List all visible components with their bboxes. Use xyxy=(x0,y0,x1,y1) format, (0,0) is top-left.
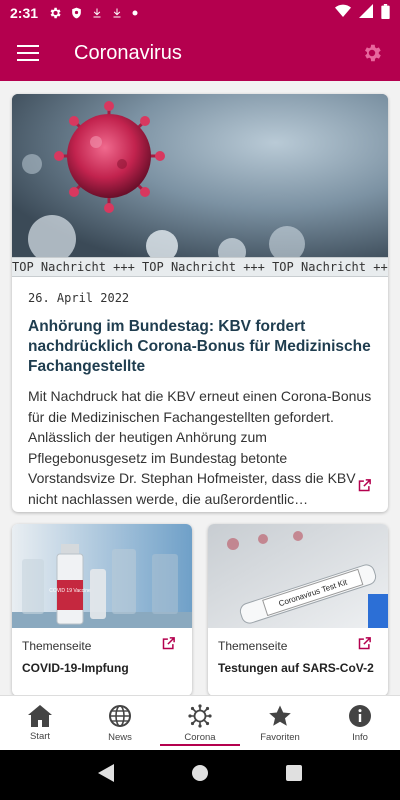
card-label: Themenseite xyxy=(22,639,92,653)
back-icon[interactable] xyxy=(98,763,115,787)
nav-corona[interactable]: Corona xyxy=(160,696,240,750)
nav-label: Info xyxy=(352,731,368,743)
nav-label: Favoriten xyxy=(260,731,300,743)
news-headline[interactable]: Anhörung im Bundestag: KBV fordert nachd… xyxy=(28,317,372,377)
vaccine-vials-image: COVID 19 Vaccine xyxy=(12,524,192,628)
main-content: TOP Nachricht +++ TOP Nachricht +++ TOP … xyxy=(0,81,400,695)
info-icon xyxy=(349,704,371,727)
system-navigation-bar xyxy=(0,750,400,800)
nav-favoriten[interactable]: Favoriten xyxy=(240,696,320,750)
hamburger-icon xyxy=(17,45,39,61)
test-kit-image: Coronavirus Test Kit xyxy=(208,524,388,628)
home-icon xyxy=(28,704,52,727)
star-icon xyxy=(269,705,291,726)
status-bar: 2:31 xyxy=(0,0,400,25)
nav-label: Start xyxy=(29,730,51,742)
battery-icon xyxy=(381,3,390,22)
top-news-ticker: TOP Nachricht +++ TOP Nachricht +++ TOP … xyxy=(12,257,388,277)
external-link-icon[interactable] xyxy=(161,636,176,656)
app-bar: Coronavirus xyxy=(0,25,400,81)
gear-icon xyxy=(365,44,381,62)
external-link-icon[interactable] xyxy=(357,478,372,498)
dot-status-icon xyxy=(131,9,139,17)
shield-status-icon xyxy=(70,6,83,20)
nav-start[interactable]: Start xyxy=(0,696,80,750)
topic-card-testing[interactable]: Coronavirus Test Kit Themenseite Testung… xyxy=(208,524,388,695)
download-status-icon-2 xyxy=(111,6,123,20)
vial-label: COVID 19 Vaccine xyxy=(49,588,91,594)
card-label: Themenseite xyxy=(218,639,288,653)
topic-card-vaccination[interactable]: COVID 19 Vaccine Themenseite COVID-19-Im… xyxy=(12,524,192,695)
nav-label: Corona xyxy=(184,731,216,743)
virus-icon xyxy=(188,703,212,728)
news-date: 26. April 2022 xyxy=(28,291,130,305)
card-title: Testungen auf SARS-CoV-2 xyxy=(218,661,374,675)
nav-info[interactable]: Info xyxy=(320,696,400,750)
settings-status-icon xyxy=(48,6,62,20)
system-status-icons xyxy=(335,3,390,22)
download-status-icon xyxy=(91,6,103,20)
nav-news[interactable]: News xyxy=(80,696,160,750)
card-title: COVID-19-Impfung xyxy=(22,661,129,675)
home-circle-icon[interactable] xyxy=(191,764,209,787)
wifi-icon xyxy=(335,4,351,21)
status-time: 2:31 xyxy=(10,4,39,21)
page-title: Coronavirus xyxy=(74,41,182,64)
hero-image-virus xyxy=(12,94,388,257)
external-link-icon[interactable] xyxy=(357,636,372,656)
globe-icon xyxy=(109,704,131,727)
recents-icon[interactable] xyxy=(285,764,302,786)
bottom-navigation: Start News Corona Favoriten Info xyxy=(0,695,400,750)
signal-icon xyxy=(359,4,373,21)
news-teaser: Mit Nachdruck hat die KBV erneut einen C… xyxy=(28,388,372,507)
top-news-card[interactable]: TOP Nachricht +++ TOP Nachricht +++ TOP … xyxy=(12,94,388,512)
nav-label: News xyxy=(108,731,132,743)
settings-button[interactable] xyxy=(344,25,400,81)
menu-button[interactable] xyxy=(0,25,56,81)
notification-icons xyxy=(48,6,139,20)
